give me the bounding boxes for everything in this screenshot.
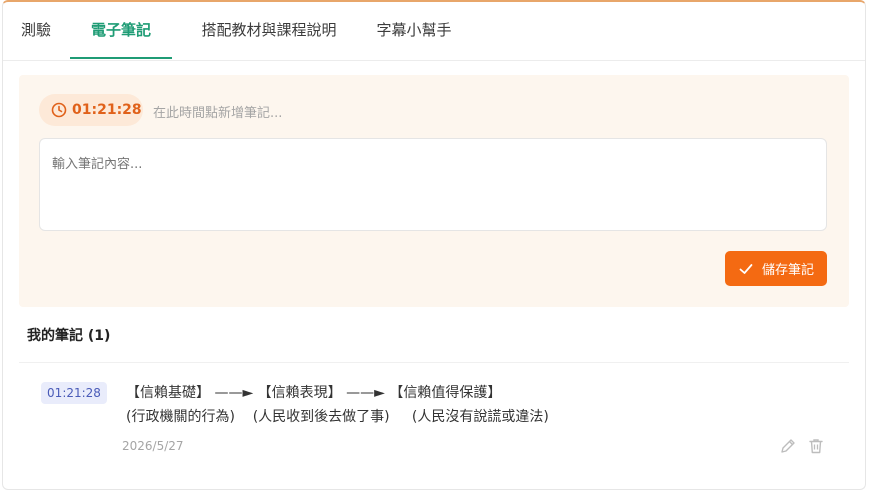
tab-bar: 測驗 電子筆記 搭配教材與課程說明 字幕小幫手 [3,2,865,61]
delete-note-button[interactable] [807,437,825,455]
tab-subtitle-helper[interactable]: 字幕小幫手 [359,2,469,59]
timestamp-pill[interactable]: 01:21:28 [39,94,143,126]
save-note-button[interactable]: 儲存筆記 [725,251,827,286]
tab-materials[interactable]: 搭配教材與課程說明 [179,2,359,59]
notes-panel: 測驗 電子筆記 搭配教材與課程說明 字幕小幫手 01:21:28 在此時間點新增… [2,0,866,490]
check-icon [739,263,753,274]
save-note-label: 儲存筆記 [761,263,814,278]
clock-icon [51,102,67,118]
tab-notes[interactable]: 電子筆記 [70,2,172,59]
note-input[interactable] [39,138,827,231]
note-content-line-1: 【信賴基礎】 ——► 【信賴表現】 ——► 【信賴值得保護】 [126,385,502,401]
edit-note-button[interactable] [779,437,797,455]
trash-icon [809,439,823,454]
timestamp-hint: 在此時間點新增筆記... [153,106,283,121]
note-timestamp-badge[interactable]: 01:21:28 [41,382,107,404]
tab-quiz[interactable]: 測驗 [3,2,69,59]
my-notes-heading: 我的筆記 (1) [27,328,111,344]
note-list-item: 01:21:28 【信賴基礎】 ——► 【信賴表現】 ——► 【信賴值得保護】 … [19,363,849,483]
note-date: 2026/5/27 [122,439,184,453]
timestamp-text: 01:21:28 [72,102,142,118]
note-editor: 01:21:28 在此時間點新增筆記... 儲存筆記 [19,75,849,307]
pencil-icon [781,439,795,453]
note-content-line-2: (行政機關的行為) (人民收到後去做了事) (人民沒有說謊或違法) [126,409,549,425]
